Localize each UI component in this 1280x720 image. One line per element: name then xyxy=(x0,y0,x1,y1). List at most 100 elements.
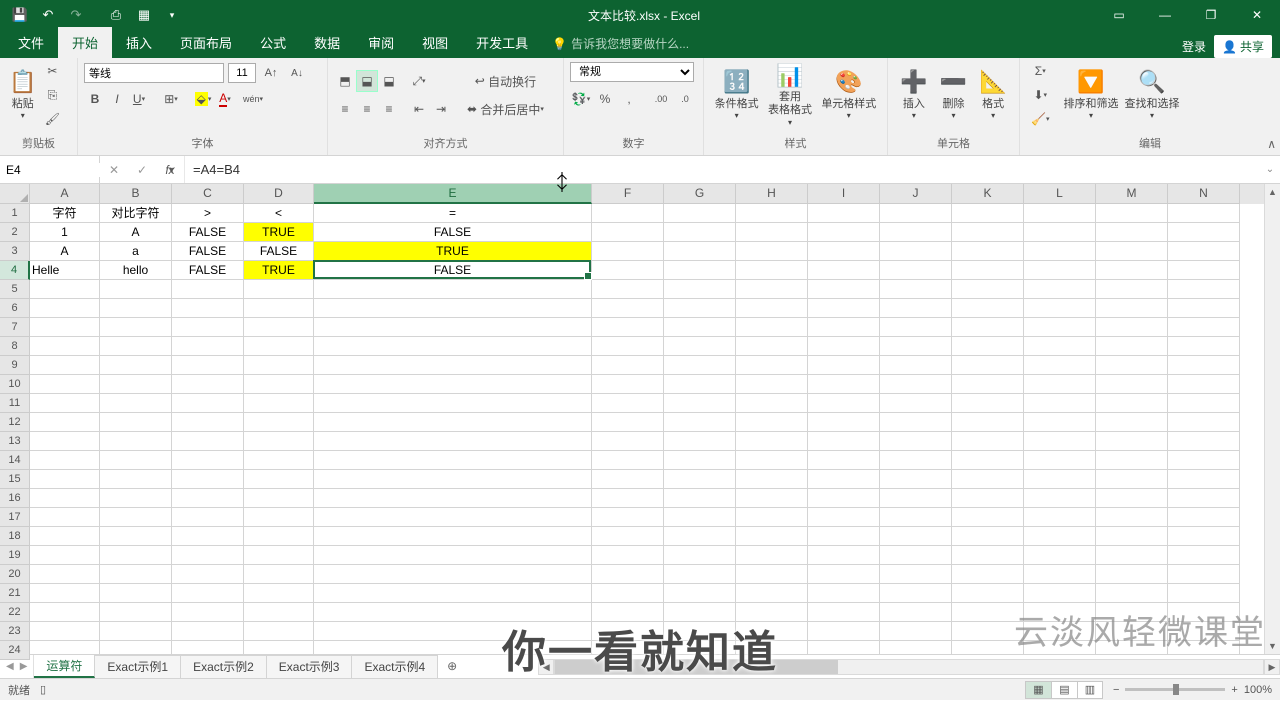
cell[interactable]: FALSE xyxy=(314,261,592,280)
cell[interactable] xyxy=(30,432,100,451)
cell[interactable] xyxy=(314,622,592,641)
maximize-button[interactable]: ❐ xyxy=(1188,0,1234,30)
format-painter-icon[interactable]: 🖌 xyxy=(41,108,63,130)
cell[interactable] xyxy=(664,356,736,375)
cell[interactable] xyxy=(808,299,880,318)
cell[interactable] xyxy=(736,299,808,318)
collapse-ribbon-icon[interactable]: ∧ xyxy=(1267,137,1276,151)
cell[interactable] xyxy=(172,280,244,299)
cell[interactable] xyxy=(880,204,952,223)
decrease-indent-icon[interactable]: ⇤ xyxy=(408,98,430,120)
cell[interactable] xyxy=(952,527,1024,546)
cell[interactable] xyxy=(664,527,736,546)
cell[interactable] xyxy=(952,223,1024,242)
cell[interactable] xyxy=(592,223,664,242)
cell[interactable] xyxy=(664,641,736,654)
scroll-up-icon[interactable]: ▲ xyxy=(1265,184,1280,200)
cell[interactable] xyxy=(808,622,880,641)
cell[interactable] xyxy=(1168,451,1240,470)
tab-view[interactable]: 视图 xyxy=(408,27,462,58)
cell[interactable] xyxy=(736,318,808,337)
font-color-button[interactable]: A▾ xyxy=(214,88,236,110)
cell[interactable] xyxy=(1168,204,1240,223)
cell[interactable] xyxy=(808,432,880,451)
cell[interactable] xyxy=(880,489,952,508)
row-header[interactable]: 21 xyxy=(0,584,30,603)
zoom-in-icon[interactable]: + xyxy=(1231,684,1237,696)
cell[interactable] xyxy=(592,584,664,603)
redo-icon[interactable]: ↷ xyxy=(64,3,88,27)
cell[interactable] xyxy=(592,318,664,337)
cell[interactable] xyxy=(172,565,244,584)
cell[interactable] xyxy=(1096,413,1168,432)
cell[interactable] xyxy=(172,546,244,565)
cell[interactable] xyxy=(1096,299,1168,318)
merge-center-button[interactable]: ⬌ 合并后居中▾ xyxy=(460,98,551,120)
cell[interactable] xyxy=(880,280,952,299)
cell[interactable] xyxy=(30,508,100,527)
cell[interactable] xyxy=(314,641,592,654)
bold-button[interactable]: B xyxy=(84,88,106,110)
cell[interactable] xyxy=(592,432,664,451)
cell[interactable] xyxy=(1096,261,1168,280)
align-left-icon[interactable]: ≡ xyxy=(334,98,356,120)
cell[interactable] xyxy=(100,546,172,565)
cell[interactable] xyxy=(736,242,808,261)
cell[interactable] xyxy=(314,280,592,299)
login-link[interactable]: 登录 xyxy=(1182,38,1206,55)
tab-layout[interactable]: 页面布局 xyxy=(166,27,246,58)
sheet-tab[interactable]: Exact示例2 xyxy=(181,655,267,678)
cell[interactable] xyxy=(952,394,1024,413)
cell[interactable] xyxy=(1024,204,1096,223)
cell[interactable] xyxy=(30,622,100,641)
cell[interactable] xyxy=(952,375,1024,394)
accounting-format-icon[interactable]: 💱▾ xyxy=(570,88,592,110)
cell[interactable] xyxy=(314,432,592,451)
cell[interactable] xyxy=(100,356,172,375)
cell[interactable] xyxy=(30,299,100,318)
cell[interactable] xyxy=(1168,394,1240,413)
formula-input[interactable] xyxy=(185,156,1260,183)
cell[interactable] xyxy=(1168,584,1240,603)
cell[interactable] xyxy=(1096,641,1168,654)
cell[interactable] xyxy=(244,337,314,356)
cell[interactable]: Helle xyxy=(30,261,100,280)
cell[interactable] xyxy=(736,527,808,546)
cell[interactable] xyxy=(952,318,1024,337)
minimize-button[interactable]: — xyxy=(1142,0,1188,30)
cell[interactable] xyxy=(880,394,952,413)
cell[interactable] xyxy=(664,584,736,603)
cell[interactable] xyxy=(952,337,1024,356)
cell[interactable] xyxy=(1168,280,1240,299)
cell[interactable] xyxy=(952,603,1024,622)
cell[interactable] xyxy=(592,622,664,641)
cell[interactable] xyxy=(664,413,736,432)
cell[interactable] xyxy=(880,508,952,527)
cell[interactable]: FALSE xyxy=(172,223,244,242)
cell[interactable] xyxy=(664,204,736,223)
cell[interactable] xyxy=(30,546,100,565)
find-select-button[interactable]: 🔍查找和选择▾ xyxy=(1121,69,1182,120)
cell[interactable] xyxy=(1024,508,1096,527)
fill-color-button[interactable]: ⬙▾ xyxy=(192,88,214,110)
scroll-right-icon[interactable]: ▶ xyxy=(1264,659,1280,675)
cell[interactable] xyxy=(808,280,880,299)
cell[interactable] xyxy=(1024,546,1096,565)
cell[interactable] xyxy=(244,584,314,603)
cell[interactable] xyxy=(592,641,664,654)
cell[interactable] xyxy=(100,318,172,337)
cell[interactable] xyxy=(664,622,736,641)
cell[interactable] xyxy=(736,375,808,394)
cell[interactable] xyxy=(1024,242,1096,261)
cell[interactable] xyxy=(1168,356,1240,375)
decrease-font-icon[interactable]: A↓ xyxy=(286,62,308,84)
cell[interactable]: A xyxy=(30,242,100,261)
underline-button[interactable]: U▾ xyxy=(128,88,150,110)
cell[interactable] xyxy=(880,413,952,432)
row-header[interactable]: 17 xyxy=(0,508,30,527)
cell[interactable] xyxy=(1096,375,1168,394)
cell[interactable] xyxy=(880,451,952,470)
qat-customize-icon[interactable]: ▾ xyxy=(160,3,184,27)
cell[interactable] xyxy=(808,470,880,489)
column-header[interactable]: N xyxy=(1168,184,1240,204)
